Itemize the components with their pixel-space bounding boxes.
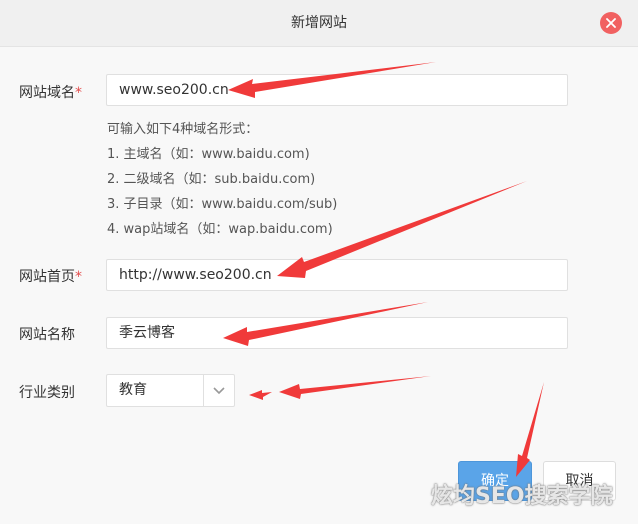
close-icon [606, 18, 616, 28]
dialog-title: 新增网站 [291, 15, 347, 31]
site-name-input[interactable]: 季云博客 [106, 317, 568, 349]
annotation-arrow [249, 390, 272, 400]
chevron-down-icon [213, 387, 225, 395]
domain-hint-item: 3. 子目录（如：www.baidu.com/sub) [107, 197, 338, 212]
domain-input[interactable]: www.seo200.cn [106, 74, 568, 106]
domain-hint-item: 1. 主域名（如：www.baidu.com) [107, 147, 310, 162]
industry-label: 行业类别 [19, 385, 75, 401]
dialog-titlebar: 新增网站 [0, 0, 638, 47]
industry-select[interactable]: 教育 [106, 374, 235, 407]
homepage-label: 网站首页* [19, 269, 82, 285]
required-mark: * [75, 85, 82, 101]
close-button[interactable] [600, 12, 622, 34]
select-divider [203, 375, 204, 406]
homepage-input[interactable]: http://www.seo200.cn [106, 259, 568, 291]
domain-hint-item: 2. 二级域名（如：sub.baidu.com) [107, 172, 316, 187]
annotation-arrow [279, 376, 431, 399]
domain-hint-intro: 可输入如下4种域名形式： [107, 122, 259, 137]
domain-label: 网站域名* [19, 85, 82, 101]
domain-hint-item: 4. wap站域名（如：wap.baidu.com) [107, 222, 333, 237]
site-name-label: 网站名称 [19, 327, 75, 343]
industry-select-value: 教育 [119, 382, 147, 398]
required-mark: * [75, 269, 82, 285]
watermark: 炫均SEO搜索学院 [431, 484, 613, 509]
